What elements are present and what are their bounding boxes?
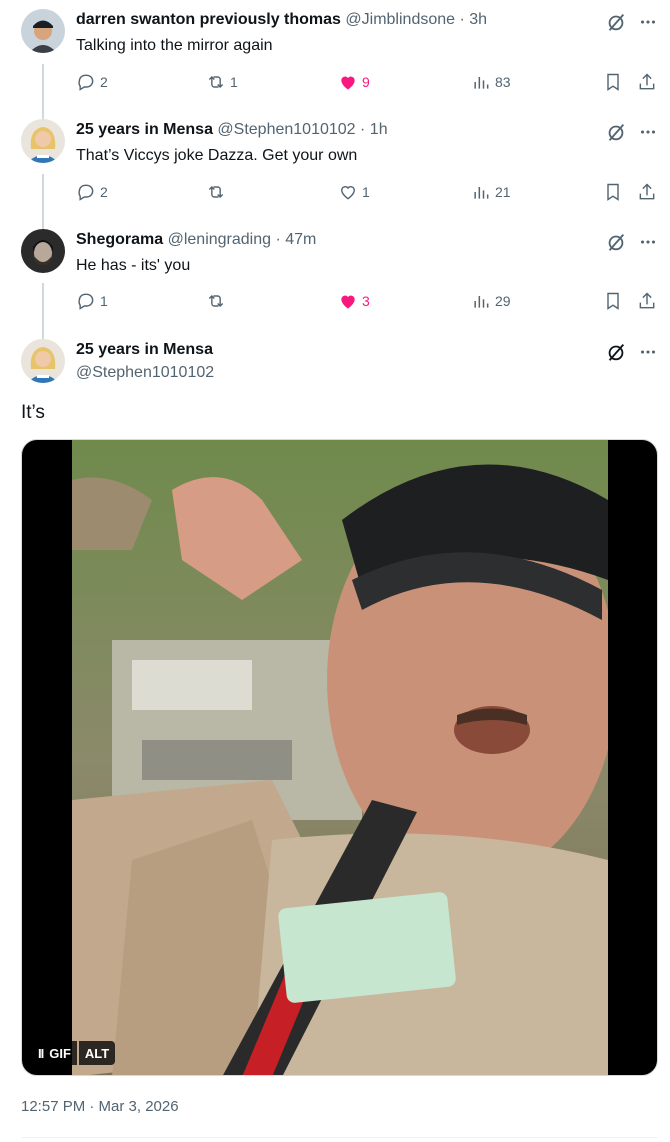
views-button[interactable]: 29 — [471, 289, 511, 313]
woman-blonde-avatar[interactable] — [21, 119, 65, 163]
share-button[interactable] — [637, 289, 661, 313]
alt-text-button[interactable]: ALT — [78, 1041, 116, 1065]
post-time[interactable]: 47m — [285, 231, 316, 248]
bookmark-button[interactable] — [603, 289, 627, 313]
pause-icon: II — [38, 1045, 44, 1061]
more-options-icon[interactable] — [637, 11, 659, 33]
separator-dot: · — [360, 121, 366, 138]
reply-tweet[interactable]: darren swanton previously thomas @Jimbli… — [0, 0, 670, 118]
share-button[interactable] — [637, 180, 661, 204]
author-name[interactable]: Shegorama — [76, 231, 163, 248]
bookmark-icon — [607, 292, 619, 310]
reply-tweet[interactable]: Shegorama @leningrading · 47m He has - i… — [0, 220, 670, 330]
author-handle[interactable]: @leningrading — [168, 231, 271, 248]
separator-dot: · — [459, 11, 465, 28]
views-icon — [474, 77, 489, 89]
reply-count: 2 — [100, 184, 108, 200]
author-name[interactable]: darren swanton previously thomas — [76, 11, 341, 28]
like-button[interactable]: 3 — [338, 289, 370, 313]
more-options-icon[interactable] — [637, 121, 659, 143]
man-cap-avatar[interactable] — [21, 9, 65, 53]
share-icon — [639, 183, 655, 200]
bookmark-button[interactable] — [603, 180, 627, 204]
heart-filled-icon — [341, 295, 355, 309]
repost-icon — [208, 294, 224, 308]
views-icon — [474, 296, 489, 308]
reply-button[interactable]: 2 — [76, 180, 108, 204]
view-count: 83 — [495, 74, 511, 90]
post-text: He has - its' you — [76, 257, 191, 274]
views-icon — [474, 187, 489, 199]
grok-icon[interactable] — [605, 121, 627, 143]
reply-button[interactable]: 2 — [76, 70, 108, 94]
view-count: 21 — [495, 184, 511, 200]
reply-icon — [78, 293, 94, 310]
like-count: 3 — [362, 293, 370, 309]
author-handle[interactable]: @Stephen1010102 — [217, 121, 355, 138]
repost-button[interactable] — [206, 180, 230, 204]
bookmark-icon — [607, 73, 619, 91]
reply-tweet[interactable]: 25 years in Mensa @Stephen1010102 · 1h T… — [0, 110, 670, 220]
heart-outline-icon — [341, 186, 355, 200]
post-time[interactable]: 1h — [370, 121, 388, 138]
like-button[interactable]: 9 — [338, 70, 370, 94]
man-dark-avatar[interactable] — [21, 229, 65, 273]
gif-label: GIF — [49, 1045, 71, 1061]
share-button[interactable] — [637, 70, 661, 94]
views-button[interactable]: 21 — [471, 180, 511, 204]
divider — [21, 1137, 658, 1138]
like-count: 1 — [362, 184, 370, 200]
media-badges: II GIF ALT — [32, 1041, 116, 1065]
heart-filled-icon — [341, 76, 355, 90]
reply-icon — [78, 184, 94, 201]
pause-button[interactable]: II GIF — [32, 1041, 77, 1065]
like-button[interactable]: 1 — [338, 180, 370, 204]
views-button[interactable]: 83 — [471, 70, 511, 94]
post-text: It’s — [21, 402, 45, 423]
post-time[interactable]: 3h — [469, 11, 487, 28]
gif-frame — [72, 440, 617, 1075]
grok-icon[interactable] — [605, 11, 627, 33]
author-name[interactable]: 25 years in Mensa — [76, 340, 213, 360]
more-options-icon[interactable] — [637, 231, 659, 253]
repost-button[interactable]: 1 — [206, 70, 238, 94]
share-icon — [639, 292, 655, 309]
repost-count: 1 — [230, 74, 238, 90]
woman-blonde-avatar[interactable] — [21, 339, 65, 383]
author-name[interactable]: 25 years in Mensa — [76, 121, 213, 138]
post-text: Talking into the mirror again — [76, 37, 273, 54]
reply-count: 1 — [100, 293, 108, 309]
more-options-icon[interactable] — [637, 341, 659, 363]
author-handle[interactable]: @Stephen1010102 — [76, 363, 214, 383]
post-text: That’s Viccys joke Dazza. Get your own — [76, 147, 358, 164]
share-icon — [639, 73, 655, 90]
author-handle[interactable]: @Jimblindsone — [345, 11, 455, 28]
reply-button[interactable]: 1 — [76, 289, 108, 313]
repost-icon — [208, 75, 224, 89]
repost-icon — [208, 185, 224, 199]
post-timestamp[interactable]: 12:57 PM · Mar 3, 2026 — [21, 1097, 179, 1117]
like-count: 9 — [362, 74, 370, 90]
separator-dot: · — [275, 231, 281, 248]
view-count: 29 — [495, 293, 511, 309]
gif-media[interactable]: II GIF ALT — [21, 439, 658, 1076]
grok-icon[interactable] — [605, 231, 627, 253]
grok-icon[interactable] — [605, 341, 627, 363]
bookmark-button[interactable] — [603, 70, 627, 94]
reply-icon — [78, 74, 94, 91]
reply-count: 2 — [100, 74, 108, 90]
repost-button[interactable] — [206, 289, 230, 313]
bookmark-icon — [607, 183, 619, 201]
